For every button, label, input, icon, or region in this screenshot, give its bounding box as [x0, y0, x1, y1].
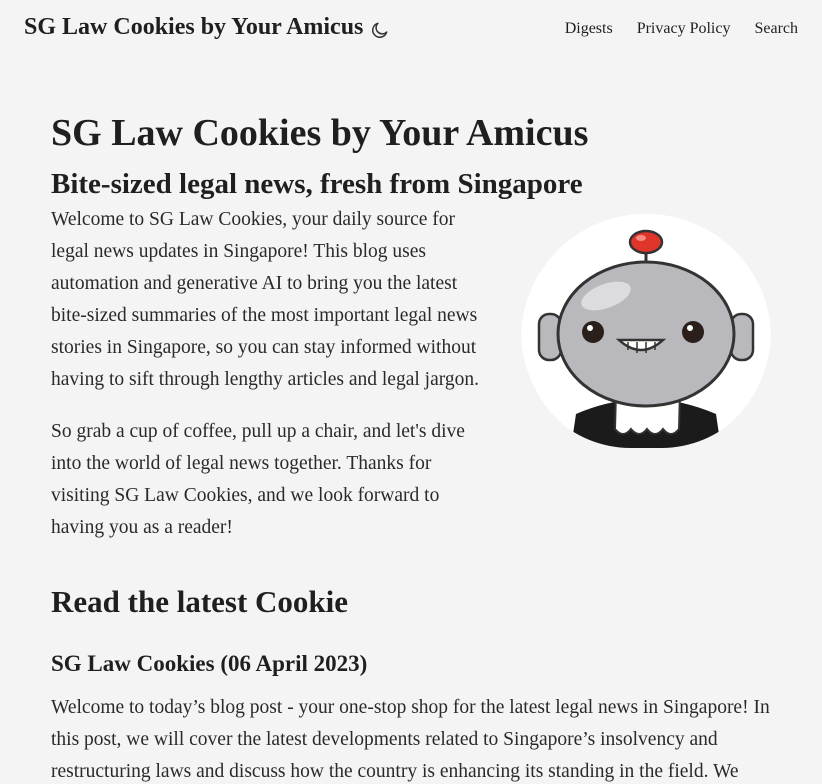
main-nav: Digests Privacy Policy Search [565, 20, 798, 38]
nav-search[interactable]: Search [754, 20, 798, 38]
intro-paragraph: Welcome to SG Law Cookies, your daily so… [51, 209, 480, 390]
post-title-link[interactable]: SG Law Cookies (06 April 2023) [51, 648, 775, 680]
nav-digests[interactable]: Digests [565, 20, 613, 38]
post-excerpt: Welcome to today’s blog post - your one-… [51, 697, 770, 782]
nav-privacy-policy[interactable]: Privacy Policy [637, 20, 731, 38]
page-title: SG Law Cookies by Your Amicus [51, 112, 589, 154]
intro-paragraph: So grab a cup of coffee, pull up a chair… [51, 421, 465, 538]
page-subtitle: Bite-sized legal news, fresh from Singap… [51, 168, 583, 200]
site-header: SG Law Cookies by Your Amicus Digests Pr… [0, 0, 822, 60]
moon-icon[interactable] [370, 20, 390, 40]
intro-text: Welcome to SG Law Cookies, your daily so… [51, 204, 491, 544]
main-content: SG Law Cookies by Your Amicus Bite-sized… [51, 106, 775, 784]
intro-section: Welcome to SG Law Cookies, your daily so… [51, 204, 775, 580]
site-title-link[interactable]: SG Law Cookies by Your Amicus [24, 14, 363, 41]
latest-heading: Read the latest Cookie [51, 584, 349, 619]
robot-mascot-icon [521, 214, 771, 448]
